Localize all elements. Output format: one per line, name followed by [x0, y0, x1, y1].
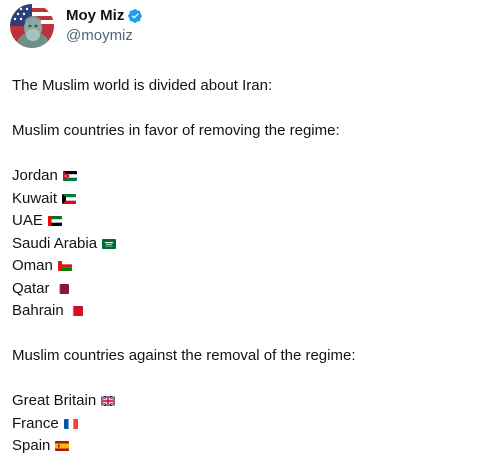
favor-country-bahrain: Bahrain [12, 300, 482, 323]
favor-heading: Muslim countries in favor of removing th… [12, 122, 340, 139]
against-country-great-britain: Great Britain [12, 390, 482, 413]
spain-flag-icon [55, 441, 70, 452]
united-kingdom-flag-icon [101, 396, 116, 407]
oman-flag-icon [57, 261, 72, 272]
jordan-flag-icon [62, 171, 77, 182]
country-name: Saudi Arabia [12, 234, 98, 252]
tweet-text: The Muslim world is divided about Iran: … [12, 75, 482, 458]
country-name: UAE [12, 212, 43, 229]
author-display-name[interactable]: Moy Miz [66, 6, 124, 26]
uae-flag-icon [47, 216, 62, 227]
country-name: Kuwait [12, 189, 58, 207]
against-country-spain: Spain [12, 435, 482, 458]
saudi-arabia-flag-icon [102, 238, 117, 249]
country-name: Oman [12, 257, 53, 274]
author-handle[interactable]: @moymiz [66, 26, 143, 46]
avatar-image [10, 4, 54, 48]
country-name: Bahrain [12, 302, 64, 319]
author-names: Moy Miz @moymiz [66, 6, 143, 46]
against-country-france: France [12, 413, 482, 436]
favor-country-kuwait: Kuwait [12, 188, 482, 211]
france-flag-icon [63, 418, 78, 429]
country-name: Spain [12, 437, 51, 454]
against-heading: Muslim countries against the removal of … [12, 347, 356, 364]
qatar-flag-icon [54, 283, 69, 294]
favor-country-qatar: Qatar [12, 278, 482, 301]
intro-line: The Muslim world is divided about Iran: [12, 77, 273, 94]
favor-country-jordan: Jordan [12, 165, 482, 188]
bahrain-flag-icon [68, 306, 83, 317]
country-name: Jordan [12, 167, 58, 184]
kuwait-flag-icon [62, 193, 77, 204]
verified-badge-icon[interactable] [127, 8, 143, 24]
country-name: Qatar [12, 279, 50, 297]
favor-country-saudi-arabia: Saudi Arabia [12, 233, 482, 256]
favor-country-uae: UAE [12, 210, 482, 233]
favor-country-oman: Oman [12, 255, 482, 278]
tweet: Moy Miz @moymiz The Muslim world is divi… [0, 0, 493, 473]
tweet-header: Moy Miz @moymiz [10, 4, 143, 48]
name-row: Moy Miz [66, 6, 143, 26]
avatar[interactable] [10, 4, 54, 48]
country-name: Great Britain [12, 392, 97, 409]
country-name: France [12, 414, 59, 432]
